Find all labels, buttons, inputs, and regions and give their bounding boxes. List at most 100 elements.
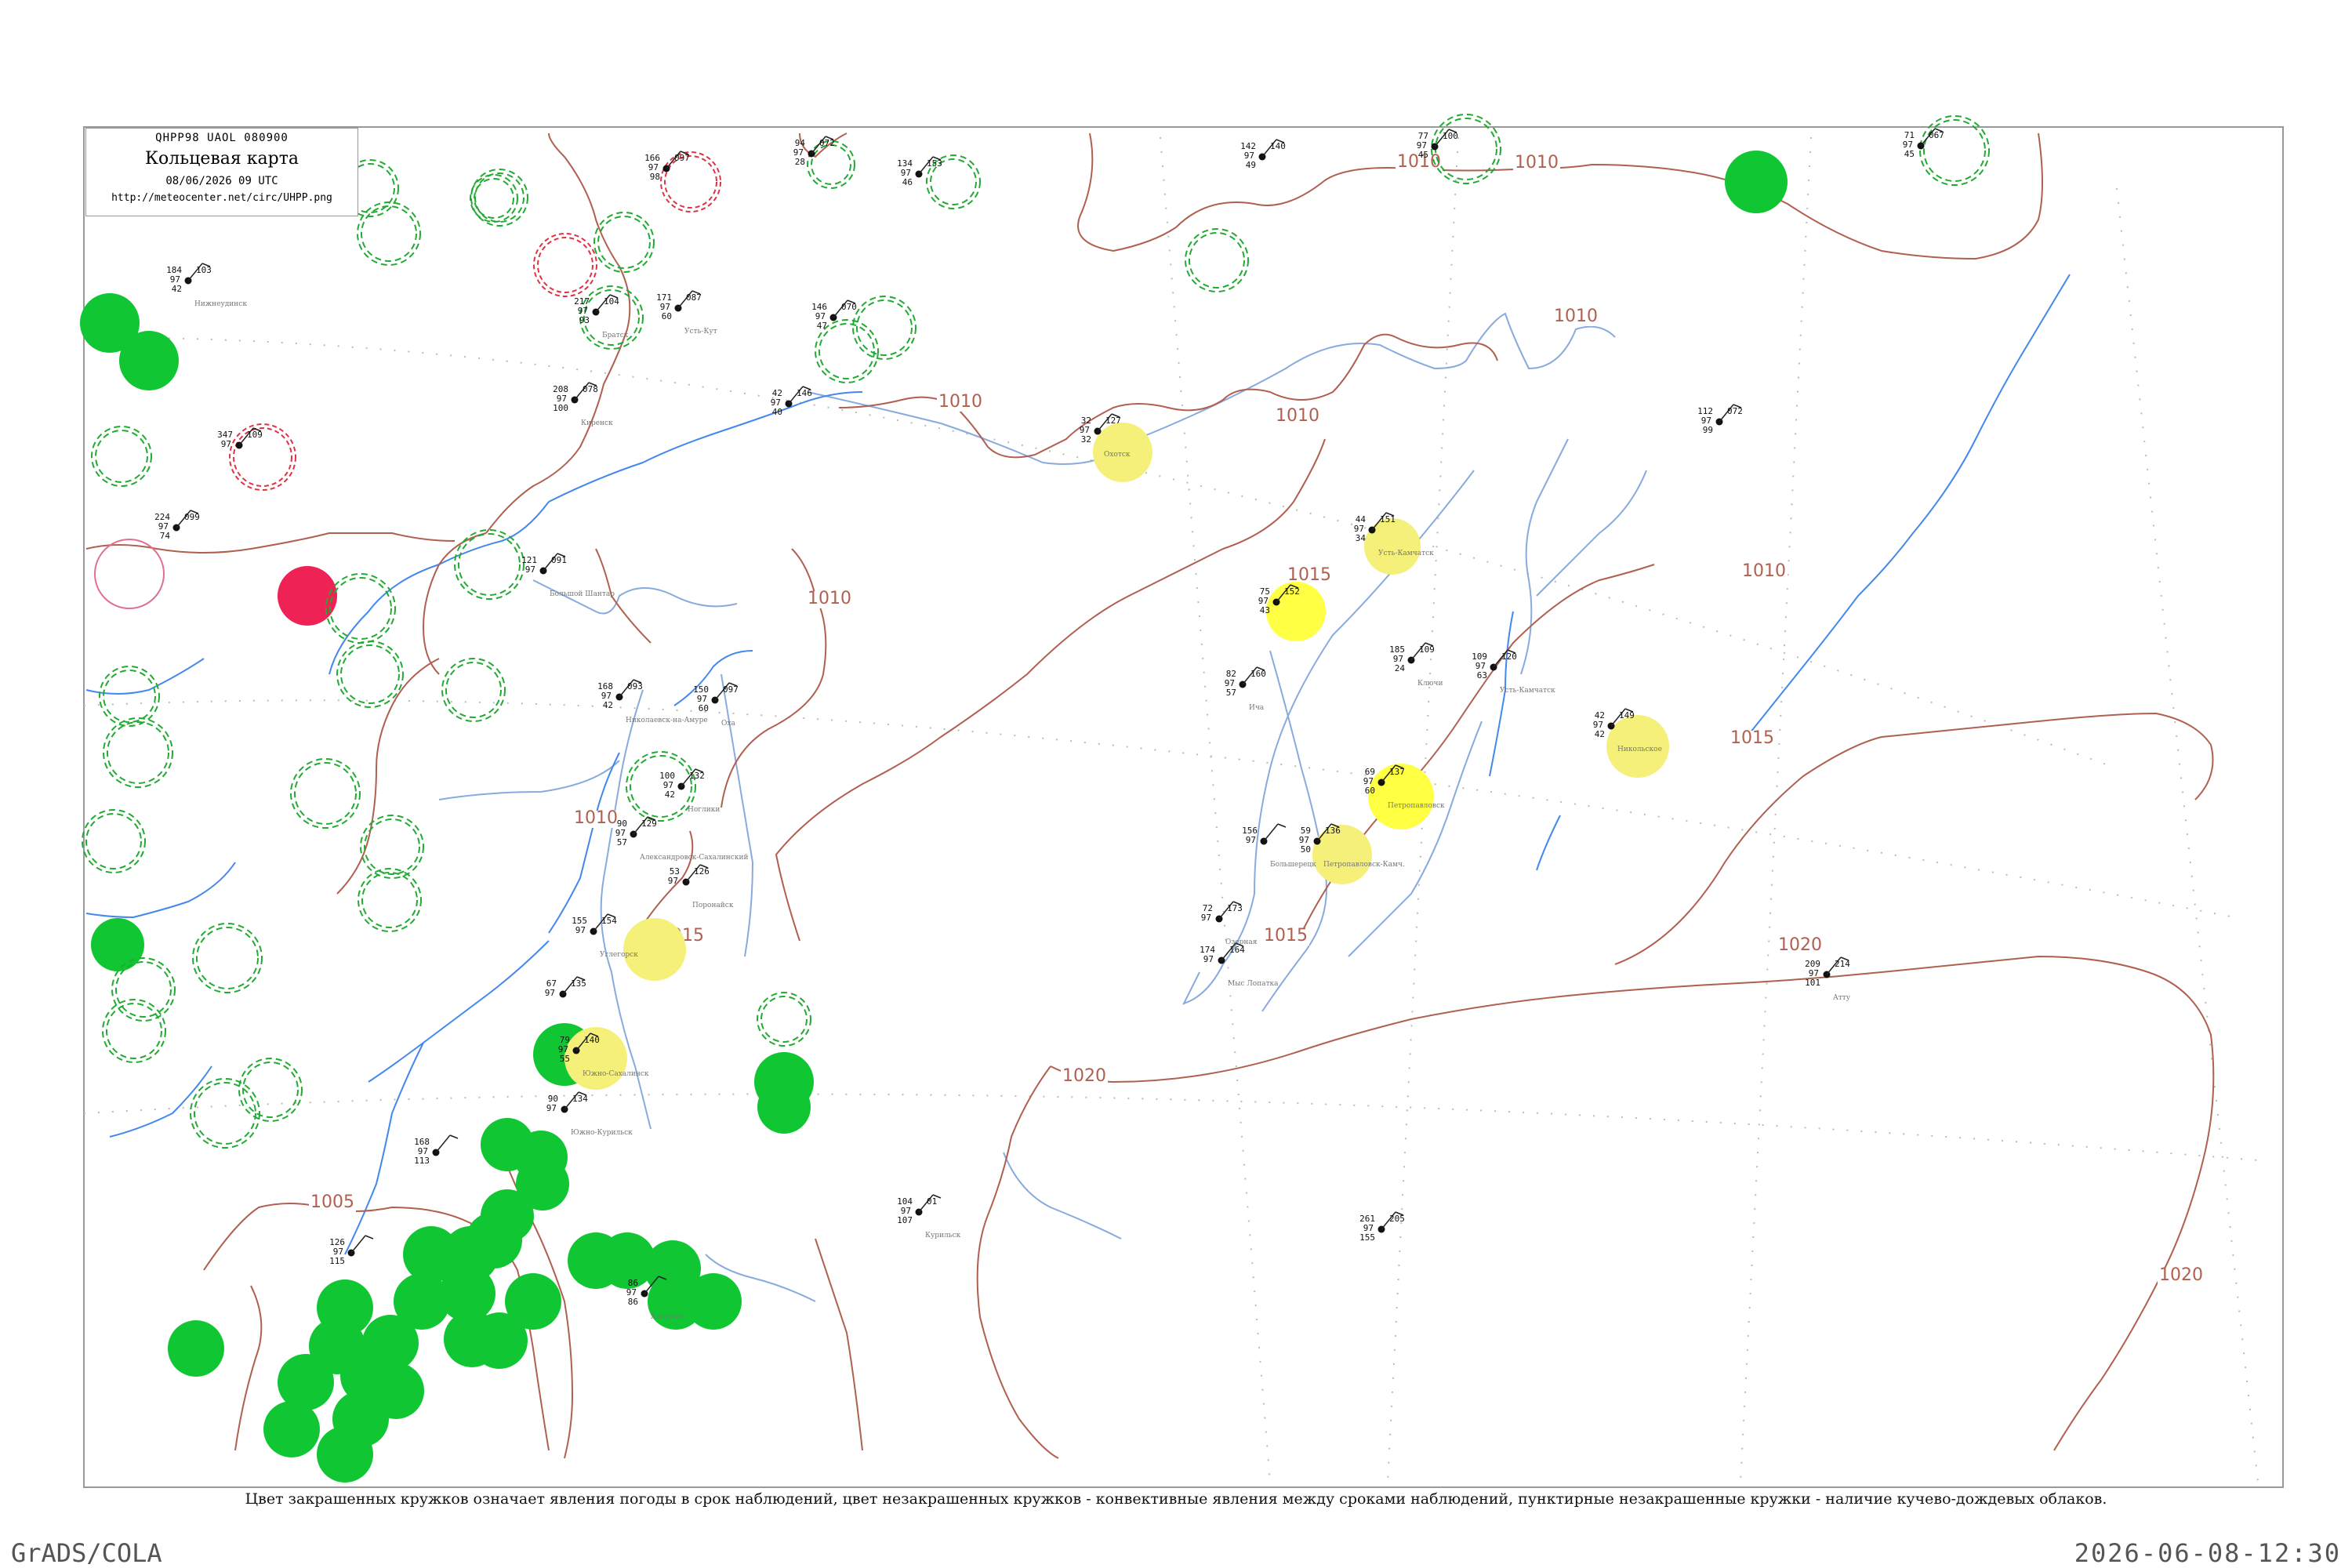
station-visibility: 57 <box>1226 688 1236 698</box>
station-pressure: 103 <box>196 265 212 275</box>
station-visibility: 24 <box>1395 663 1406 673</box>
station-name: Углегорск <box>600 951 638 959</box>
station-humidity: 97 <box>1258 596 1269 606</box>
station-name: Усть-Кут <box>684 328 717 336</box>
station-visibility: 86 <box>628 1297 638 1307</box>
station-pressure: 146 <box>797 388 812 398</box>
station-visibility: 42 <box>172 284 182 294</box>
station-name: Киренск <box>581 419 613 427</box>
station-humidity: 97 <box>668 876 678 886</box>
station-visibility: 155 <box>1359 1232 1375 1243</box>
station-humidity: 97 <box>1363 1223 1374 1233</box>
station-pressure: 137 <box>1389 767 1405 777</box>
station-pressure: 154 <box>601 916 617 926</box>
station-humidity: 97 <box>418 1146 428 1156</box>
station-pressure: 153 <box>927 158 942 169</box>
isobar-label: 1015 <box>1730 728 1774 748</box>
station-visibility: 55 <box>560 1054 570 1064</box>
isobar-label: 1005 <box>310 1192 354 1212</box>
station-visibility: 34 <box>1356 533 1367 543</box>
precip-circle <box>168 1320 224 1377</box>
station-pressure: 126 <box>694 866 710 877</box>
station-pressure: 109 <box>1419 644 1435 655</box>
station-visibility: 47 <box>817 321 827 331</box>
precip-circle <box>466 1212 522 1269</box>
station-visibility: 50 <box>1301 844 1311 855</box>
station-name: Петропавловск <box>1388 802 1445 810</box>
haze-circle <box>623 918 686 981</box>
station-pressure: 097 <box>723 684 739 695</box>
station-pressure: 164 <box>1229 945 1245 955</box>
footer-software: GrADS/COLA <box>11 1538 162 1568</box>
station-name: Поронайск <box>692 902 734 909</box>
station-pressure: 099 <box>184 512 200 522</box>
station-humidity: 97 <box>1354 524 1364 534</box>
footer-timestamp: 2026-06-08-12:30 <box>2074 1538 2341 1568</box>
station-name: Николаевск-на-Амуре <box>626 717 708 724</box>
thunderstorm-circle <box>278 566 337 626</box>
station-visibility: 74 <box>160 531 171 541</box>
station-humidity: 97 <box>546 1103 557 1113</box>
station-pressure: 01 <box>927 1196 937 1207</box>
station-name: Петропавловск-Камч. <box>1323 861 1405 869</box>
station-humidity: 97 <box>901 168 911 178</box>
station-humidity: 97 <box>545 988 555 998</box>
station-visibility: 107 <box>897 1215 913 1225</box>
station-visibility: 57 <box>617 837 627 848</box>
map-title: Кольцевая карта <box>144 149 299 169</box>
station-visibility: 42 <box>665 789 675 800</box>
station-pressure: 104 <box>604 296 619 307</box>
station-pressure: 205 <box>1389 1214 1405 1224</box>
station-humidity: 97 <box>901 1206 911 1216</box>
station-humidity: 97 <box>575 925 586 935</box>
station-pressure: 097 <box>674 153 690 163</box>
isobar-label: 1010 <box>808 589 851 608</box>
station-pressure: 129 <box>641 818 657 829</box>
station-visibility: 60 <box>662 311 672 321</box>
station-humidity: 97 <box>626 1287 637 1298</box>
source-url[interactable]: http://meteocenter.net/circ/UHPP.png <box>86 192 358 204</box>
station-visibility: 49 <box>1246 160 1256 170</box>
map-canvas: 1010 101010101010101010101010101010151015… <box>80 114 2284 1488</box>
station-humidity: 97 <box>697 694 707 704</box>
station-name: Усть-Камчатск <box>1378 550 1434 557</box>
station-humidity: 97 <box>815 311 826 321</box>
station-humidity: 97 <box>771 397 781 408</box>
station-visibility: 43 <box>1260 605 1270 615</box>
station-pressure: 091 <box>551 555 567 565</box>
precip-circle <box>471 1312 528 1369</box>
station-visibility: 28 <box>795 157 805 167</box>
station-visibility: 45 <box>1418 150 1428 160</box>
station-pressure: 120 <box>1501 652 1517 662</box>
station-pressure: 140 <box>584 1035 600 1045</box>
station-humidity: 97 <box>1246 835 1256 845</box>
station-humidity: 97 <box>221 439 231 449</box>
station-humidity: 97 <box>558 1044 568 1054</box>
station-humidity: 97 <box>1203 954 1214 964</box>
isobar-label: 1010 <box>1515 153 1559 172</box>
station-name: Мыс Лопатка <box>1228 980 1279 988</box>
station-visibility: 46 <box>902 177 913 187</box>
station-pressure: 149 <box>1619 710 1635 720</box>
station-humidity: 97 <box>663 780 673 790</box>
isobar-label: 1020 <box>1778 935 1822 955</box>
station-pressure: 151 <box>1380 514 1396 524</box>
station-humidity: 97 <box>1417 140 1427 151</box>
precip-circle <box>317 1426 373 1483</box>
precip-circle <box>757 1080 811 1134</box>
station-humidity: 97 <box>170 274 180 285</box>
station-visibility: 101 <box>1805 978 1820 988</box>
station-name: Большерецк <box>1270 861 1316 869</box>
station-visibility: 60 <box>1365 786 1375 796</box>
station-humidity: 97 <box>1201 913 1211 923</box>
station-visibility: 45 <box>1904 149 1915 159</box>
station-name: Никольское <box>1617 746 1662 753</box>
station-name: Ича <box>1249 704 1265 712</box>
station-humidity: 97 <box>1701 416 1711 426</box>
station-humidity: 97 <box>1593 720 1603 730</box>
station-visibility: 60 <box>699 703 709 713</box>
isobar-label: 1020 <box>1062 1066 1106 1086</box>
station-name: Усть-Камчатск <box>1500 687 1555 695</box>
station-pressure: 078 <box>583 384 598 394</box>
station-visibility: 99 <box>1703 425 1713 435</box>
